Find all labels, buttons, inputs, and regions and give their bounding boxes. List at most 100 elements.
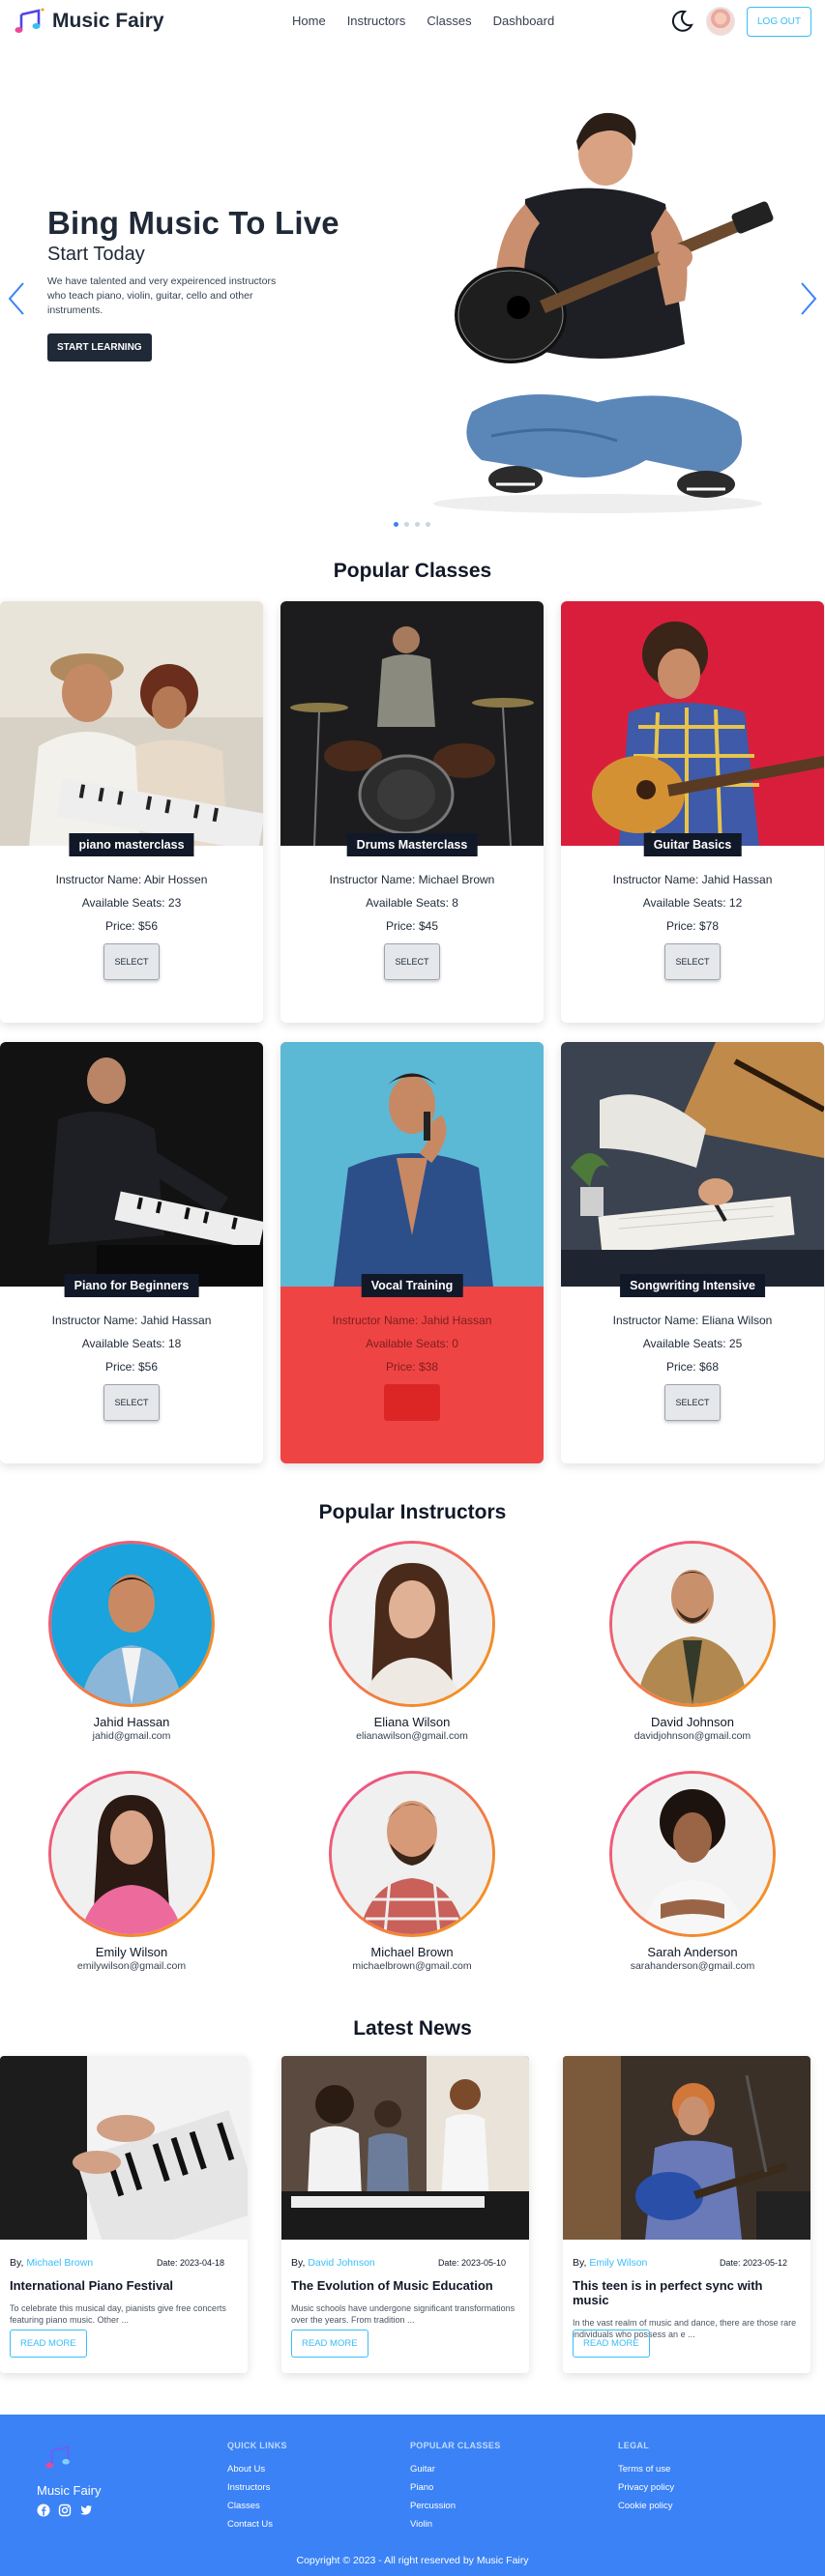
select-button[interactable]: SELECT — [384, 943, 440, 980]
twitter-icon[interactable] — [79, 2504, 93, 2517]
news-author-link[interactable]: David Johnson — [308, 2257, 374, 2269]
instructor-value: Jahid Hassan — [140, 1314, 212, 1327]
seats-label: Available Seats: — [366, 1337, 453, 1350]
chevron-right-icon[interactable] — [798, 279, 819, 318]
date-label: Date: — [437, 2258, 461, 2268]
footer-link-classes[interactable]: Classes — [227, 2501, 287, 2511]
news-date: Date: 2023-05-10 — [438, 2258, 506, 2269]
select-button[interactable]: SELECT — [103, 943, 160, 980]
brand[interactable]: Music Fairy — [14, 5, 164, 38]
instructor-photo — [48, 1541, 215, 1707]
social-links — [37, 2504, 101, 2517]
by-label: By, — [10, 2257, 27, 2269]
seats-label: Available Seats: — [642, 896, 729, 910]
read-more-button[interactable]: READ MORE — [291, 2330, 368, 2358]
music-note-logo-icon — [45, 2446, 70, 2469]
instagram-icon[interactable] — [58, 2504, 72, 2517]
date-label: Date: — [156, 2258, 180, 2268]
footer-link-contact-us[interactable]: Contact Us — [227, 2519, 287, 2530]
footer-link-about-us[interactable]: About Us — [227, 2464, 287, 2475]
nav-instructors[interactable]: Instructors — [347, 14, 406, 28]
date-value: 2023-04-18 — [179, 2258, 224, 2268]
price-value: 56 — [144, 1360, 159, 1374]
date-value: 2023-05-10 — [460, 2258, 506, 2268]
latest-news-title: Latest News — [353, 2017, 472, 2040]
footer-heading: POPULAR CLASSES — [410, 2441, 501, 2450]
seats-label: Available Seats: — [366, 896, 453, 910]
instructor-label: Instructor Name: — [332, 1314, 422, 1327]
news-excerpt: Music schools have undergone significant… — [291, 2303, 516, 2325]
logout-button[interactable]: LOG OUT — [746, 6, 811, 37]
footer-link-violin[interactable]: Violin — [410, 2519, 501, 2530]
read-more-button[interactable]: READ MORE — [10, 2330, 87, 2358]
facebook-icon[interactable] — [37, 2504, 50, 2517]
class-name-badge: Drums Masterclass — [346, 833, 478, 856]
instructor-name: Eliana Wilson — [373, 1715, 451, 1729]
class-card: Piano for Beginners Instructor Name: Jah… — [0, 1042, 263, 1463]
class-seats: Available Seats: 12 — [561, 891, 824, 914]
date-label: Date: — [719, 2258, 743, 2268]
footer-brand-name: Music Fairy — [37, 2483, 102, 2498]
seats-label: Available Seats: — [81, 896, 168, 910]
date-value: 2023-05-12 — [742, 2258, 787, 2268]
news-byline: By, Emily Wilson — [573, 2257, 647, 2269]
instructor-card: Michael Brown michaelbrown@gmail.com — [280, 1771, 544, 1978]
seats-value: 18 — [167, 1337, 182, 1350]
brand-name: Music Fairy — [52, 10, 164, 32]
select-button-disabled: SELECT — [384, 1384, 440, 1421]
instructor-photo — [609, 1771, 776, 1937]
user-avatar[interactable] — [705, 7, 735, 36]
chevron-left-icon[interactable] — [6, 279, 27, 318]
instructor-photo — [329, 1771, 495, 1937]
news-byline: By, Michael Brown — [10, 2257, 93, 2269]
price-label: Price: $ — [104, 1360, 145, 1374]
footer-link-percussion[interactable]: Percussion — [410, 2501, 501, 2511]
news-author-link[interactable]: Michael Brown — [26, 2257, 93, 2269]
instructor-photo — [329, 1541, 495, 1707]
news-author-link[interactable]: Emily Wilson — [589, 2257, 647, 2269]
hero-carousel: Bing Music To Live Start Today We have t… — [0, 43, 825, 527]
nav-home[interactable]: Home — [292, 14, 326, 28]
hero-guitarist-image — [433, 112, 774, 513]
select-button[interactable]: SELECT — [103, 1384, 160, 1421]
footer-link-guitar[interactable]: Guitar — [410, 2464, 501, 2475]
carousel-dot[interactable] — [404, 522, 409, 527]
guitar-class-image — [561, 601, 824, 847]
instructor-value: Abir Hossen — [144, 873, 208, 886]
footer-link-instructors[interactable]: Instructors — [227, 2482, 287, 2493]
class-card: Guitar Basics Instructor Name: Jahid Has… — [561, 601, 824, 1023]
class-price: Price: $68 — [561, 1355, 824, 1378]
footer-link-terms[interactable]: Terms of use — [618, 2464, 674, 2475]
class-price: Price: $56 — [0, 1355, 263, 1378]
price-label: Price: $ — [665, 1360, 706, 1374]
class-name-badge: Vocal Training — [361, 1274, 463, 1297]
page: Music Fairy Home Instructors Classes Das… — [0, 0, 825, 2576]
news-headline: This teen is in perfect sync with music — [573, 2278, 763, 2307]
news-headline: International Piano Festival — [10, 2278, 174, 2293]
class-seats: Available Seats: 8 — [280, 891, 544, 914]
instructor-photo — [609, 1541, 776, 1707]
instructor-label: Instructor Name: — [55, 873, 144, 886]
class-name-badge: Piano for Beginners — [64, 1274, 199, 1297]
footer-heading: LEGAL — [618, 2441, 649, 2450]
footer-brand: Music Fairy — [37, 2442, 101, 2517]
class-info: Instructor Name: Jahid Hassan Available … — [0, 1309, 263, 1421]
news-teen-guitar-image — [563, 2056, 810, 2240]
nav-classes[interactable]: Classes — [427, 14, 471, 28]
instructor-grid: Jahid Hassan jahid@gmail.com Eliana Wils… — [0, 1541, 825, 1978]
footer-link-cookie[interactable]: Cookie policy — [618, 2501, 674, 2511]
instructor-portrait — [332, 1544, 492, 1704]
footer-link-privacy[interactable]: Privacy policy — [618, 2482, 674, 2493]
moon-icon[interactable] — [669, 9, 694, 34]
carousel-dot[interactable] — [415, 522, 420, 527]
carousel-dot[interactable] — [426, 522, 430, 527]
start-learning-button[interactable]: START LEARNING — [47, 333, 152, 362]
read-more-button[interactable]: READ MORE — [573, 2330, 650, 2358]
select-button[interactable]: SELECT — [664, 943, 721, 980]
class-instructor: Instructor Name: Jahid Hassan — [0, 1309, 263, 1332]
footer-link-piano[interactable]: Piano — [410, 2482, 501, 2493]
price-label: Price: $ — [665, 919, 706, 933]
carousel-dot[interactable] — [394, 522, 398, 527]
select-button[interactable]: SELECT — [664, 1384, 721, 1421]
nav-dashboard[interactable]: Dashboard — [493, 14, 555, 28]
